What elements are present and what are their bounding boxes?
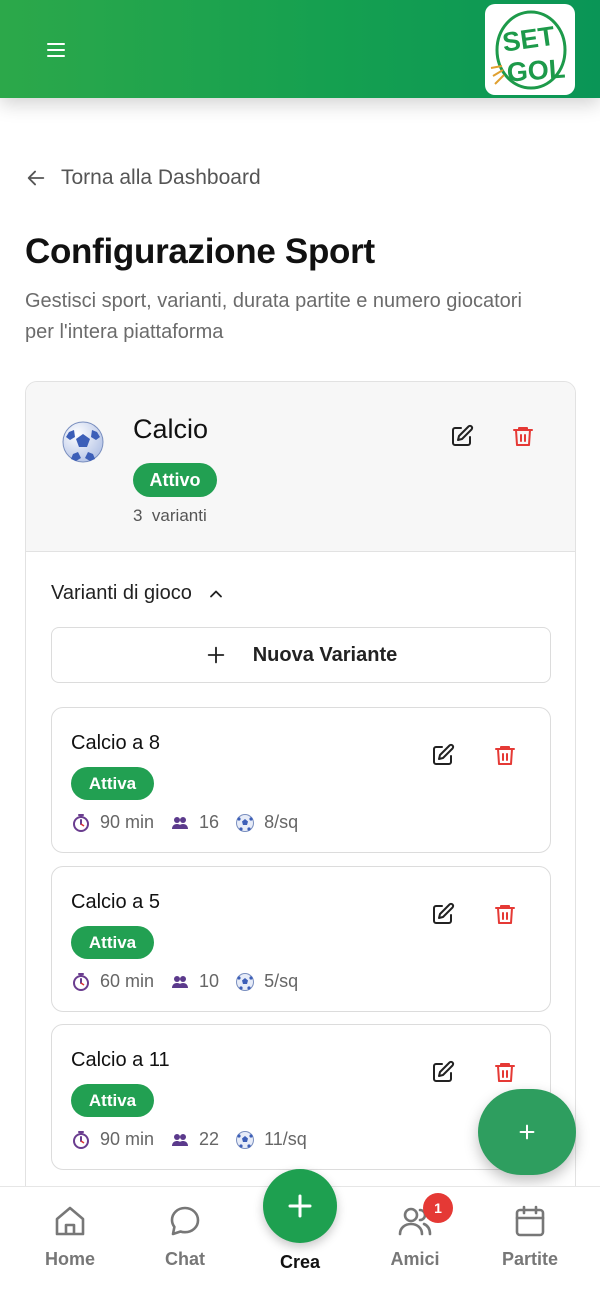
hamburger-menu-button[interactable] [38, 32, 74, 68]
variant-stats: 90 min 22 11/sq [71, 1129, 323, 1150]
trash-icon [513, 427, 533, 446]
sport-status-badge: Attivo [133, 463, 217, 497]
nav-crea-button[interactable] [263, 1169, 337, 1243]
plus-icon [288, 1194, 312, 1218]
chat-icon [170, 1206, 200, 1236]
friends-notification-badge: 1 [423, 1193, 453, 1223]
players-stat: 16 [170, 812, 219, 833]
floating-add-button[interactable] [478, 1089, 576, 1175]
per-team-stat: 8/sq [235, 812, 298, 833]
variant-card: Calcio a 5 Attiva 60 min 10 5/sq [51, 866, 551, 1012]
players-stat: 22 [170, 1129, 219, 1150]
duration-value: 90 min [100, 812, 155, 832]
delete-variant-button[interactable] [488, 1055, 522, 1089]
stopwatch-icon [73, 1130, 89, 1149]
plus-icon [207, 646, 224, 664]
players-icon [172, 1133, 189, 1146]
nav-partite-label: Partite [501, 1249, 559, 1269]
trash-icon [495, 905, 515, 924]
edit-icon [433, 902, 455, 924]
edit-variant-button[interactable] [426, 738, 460, 772]
stopwatch-icon [73, 813, 89, 832]
page-title: Configurazione Sport [25, 232, 375, 271]
delete-variant-button[interactable] [488, 897, 522, 931]
trash-icon [495, 746, 515, 765]
plus-icon [519, 1124, 535, 1140]
per-team-value: 11/sq [264, 1129, 307, 1149]
calendar-icon [515, 1205, 545, 1237]
svg-text:GOL: GOL [506, 54, 566, 88]
edit-icon [433, 743, 455, 765]
app-logo[interactable]: SET GOL [485, 4, 575, 95]
per-team-value: 5/sq [264, 971, 299, 991]
sport-card-header: Calcio Attivo 3 varianti [26, 382, 575, 552]
edit-icon [433, 1060, 455, 1082]
app-header: SET GOL [0, 0, 600, 98]
variant-stats: 60 min 10 5/sq [71, 971, 314, 992]
back-to-dashboard-link[interactable]: Torna alla Dashboard [25, 162, 261, 194]
variant-name: Calcio a 11 [71, 1049, 170, 1071]
players-value: 10 [199, 971, 220, 991]
per-team-value: 8/sq [264, 812, 299, 832]
edit-variant-button[interactable] [426, 1055, 460, 1089]
svg-text:SET: SET [500, 21, 557, 58]
variant-status-badge: Attiva [71, 767, 154, 800]
soccer-ball-icon [62, 421, 104, 463]
duration-stat: 90 min [71, 812, 154, 833]
soccer-ball-icon [236, 1130, 255, 1149]
per-team-stat: 11/sq [235, 1129, 307, 1150]
variant-card: Calcio a 11 Attiva 90 min 22 11/sq [51, 1024, 551, 1170]
soccer-ball-icon [236, 813, 255, 832]
players-icon [172, 816, 189, 829]
delete-variant-button[interactable] [488, 738, 522, 772]
nav-chat-label: Chat [165, 1249, 205, 1269]
variants-section-toggle[interactable]: Varianti di gioco [51, 582, 226, 605]
nav-home[interactable]: Home [20, 1203, 120, 1270]
variant-stats: 90 min 16 8/sq [71, 812, 314, 833]
players-stat: 10 [170, 971, 219, 992]
duration-stat: 60 min [71, 971, 154, 992]
duration-value: 60 min [100, 971, 155, 991]
edit-sport-button[interactable] [445, 419, 479, 453]
arrow-left-icon [27, 170, 45, 186]
chevron-up-icon [209, 590, 222, 597]
variant-status-badge: Attiva [71, 926, 154, 959]
back-link-label: Torna alla Dashboard [61, 166, 261, 189]
variants-section-title: Varianti di gioco [51, 582, 192, 604]
home-icon [55, 1206, 85, 1236]
sport-card: Calcio Attivo 3 varianti Varianti di gio… [25, 381, 576, 1211]
edit-icon [452, 424, 474, 446]
sport-name: Calcio [133, 414, 209, 444]
page-subtitle: Gestisci sport, varianti, durata partite… [25, 290, 522, 343]
variant-count-label: varianti [151, 506, 207, 525]
nav-amici-label: Amici [390, 1249, 440, 1269]
nav-crea-label: Crea [279, 1252, 321, 1272]
variant-name: Calcio a 8 [71, 732, 160, 754]
stopwatch-icon [73, 972, 89, 991]
new-variant-label: Nuova Variante [252, 643, 398, 666]
trash-icon [495, 1063, 515, 1082]
sport-variant-count: 3 varianti [133, 506, 207, 526]
variant-status-badge: Attiva [71, 1084, 154, 1117]
variant-card: Calcio a 8 Attiva 90 min 16 8/sq [51, 707, 551, 853]
duration-stat: 90 min [71, 1129, 154, 1150]
players-value: 16 [199, 812, 220, 832]
nav-home-label: Home [44, 1249, 95, 1269]
variant-name: Calcio a 5 [71, 891, 160, 913]
soccer-ball-icon [236, 972, 255, 991]
nav-partite[interactable]: Partite [480, 1203, 580, 1270]
logo-icon: SET GOL [490, 10, 567, 90]
per-team-stat: 5/sq [235, 971, 298, 992]
nav-chat[interactable]: Chat [135, 1203, 235, 1270]
players-icon [172, 975, 189, 988]
edit-variant-button[interactable] [426, 897, 460, 931]
new-variant-button[interactable]: Nuova Variante [51, 627, 551, 683]
delete-sport-button[interactable] [506, 419, 540, 453]
players-value: 22 [199, 1129, 220, 1149]
duration-value: 90 min [100, 1129, 155, 1149]
bottom-navigation: Home Chat Crea Amici 1 Partite [0, 1169, 600, 1298]
variant-count-number: 3 [133, 506, 143, 525]
